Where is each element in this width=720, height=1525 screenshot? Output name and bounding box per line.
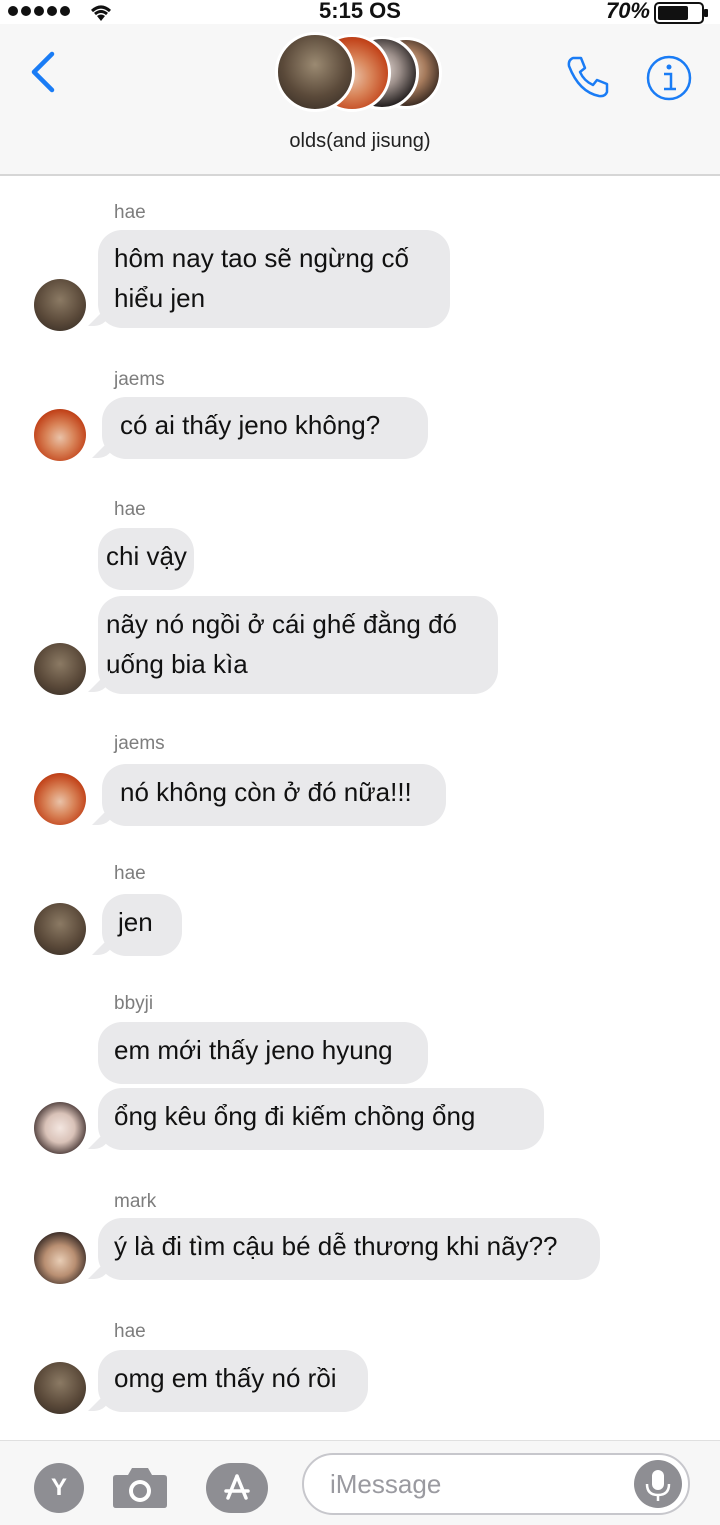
app-store-icon — [224, 1474, 250, 1500]
sender-name: jaems — [114, 733, 165, 754]
phone-icon[interactable] — [565, 54, 611, 100]
info-icon[interactable] — [645, 54, 693, 102]
sender-name: hae — [114, 202, 146, 223]
group-name[interactable]: olds(and jisung) — [0, 130, 720, 153]
battery-icon — [654, 2, 708, 24]
group-avatars[interactable] — [275, 32, 450, 114]
sender-name: hae — [114, 1321, 146, 1342]
message-text: hôm nay tao sẽ ngừng cố — [114, 243, 409, 273]
message-bubble[interactable]: em mới thấy jeno hyung — [98, 1022, 428, 1084]
avatar[interactable] — [34, 409, 86, 461]
sender-name: hae — [114, 863, 146, 884]
message-text: uống bia kìa — [106, 649, 248, 679]
message-bubble[interactable]: chi vậy — [98, 528, 194, 590]
message-bubble[interactable]: ý là đi tìm cậu bé dễ thương khi nãy?? — [98, 1218, 600, 1280]
avatar[interactable] — [34, 279, 86, 331]
message-bubble[interactable]: hôm nay tao sẽ ngừng cố hiểu jen — [98, 230, 450, 328]
message-text: ý là đi tìm cậu bé dễ thương khi nãy?? — [114, 1231, 558, 1261]
message-bubble[interactable]: omg em thấy nó rồi — [98, 1350, 368, 1412]
message-bubble[interactable]: có ai thấy jeno không? — [102, 397, 428, 459]
message-text: omg em thấy nó rồi — [114, 1363, 337, 1393]
message-bubble[interactable]: jen — [102, 894, 182, 956]
status-bar: 5:15 OS 70% — [0, 0, 720, 24]
message-input[interactable]: iMessage — [302, 1453, 690, 1515]
battery-percent: 70% — [605, 0, 650, 23]
avatar[interactable] — [34, 1232, 86, 1284]
composer-bar: Y iMessage — [0, 1440, 720, 1525]
message-text: hiểu jen — [114, 283, 206, 313]
message-text: nãy nó ngồi ở cái ghế đằng đó — [106, 609, 457, 639]
sender-name: mark — [114, 1191, 157, 1212]
message-bubble[interactable]: ổng kêu ổng đi kiếm chồng ổng — [98, 1088, 544, 1150]
message-input-placeholder: iMessage — [330, 1469, 442, 1499]
message-text: jen — [118, 907, 153, 937]
avatar[interactable] — [34, 773, 86, 825]
apps-button[interactable]: Y — [34, 1463, 84, 1513]
message-text: em mới thấy jeno hyung — [114, 1035, 393, 1065]
app-store-button[interactable] — [206, 1463, 268, 1513]
sender-name: hae — [114, 499, 146, 520]
message-text: có ai thấy jeno không? — [120, 410, 381, 440]
avatar[interactable] — [34, 1362, 86, 1414]
microphone-icon — [645, 1470, 671, 1501]
avatar[interactable] — [34, 1102, 86, 1154]
avatar[interactable] — [34, 643, 86, 695]
back-chevron-icon[interactable] — [28, 50, 58, 94]
group-avatar — [275, 32, 355, 112]
conversation-header: olds(and jisung) — [0, 24, 720, 176]
message-text: chi vậy — [106, 541, 187, 571]
message-text: ổng kêu ổng đi kiếm chồng ổng — [114, 1101, 476, 1131]
microphone-button[interactable] — [634, 1460, 682, 1508]
camera-icon[interactable] — [112, 1465, 168, 1509]
message-bubble[interactable]: nãy nó ngồi ở cái ghế đằng đó uống bia k… — [98, 596, 498, 694]
sender-name: bbyji — [114, 993, 154, 1014]
avatar[interactable] — [34, 903, 86, 955]
message-text: nó không còn ở đó nữa!!! — [120, 777, 412, 807]
message-bubble[interactable]: nó không còn ở đó nữa!!! — [102, 764, 446, 826]
sender-name: jaems — [114, 369, 165, 390]
